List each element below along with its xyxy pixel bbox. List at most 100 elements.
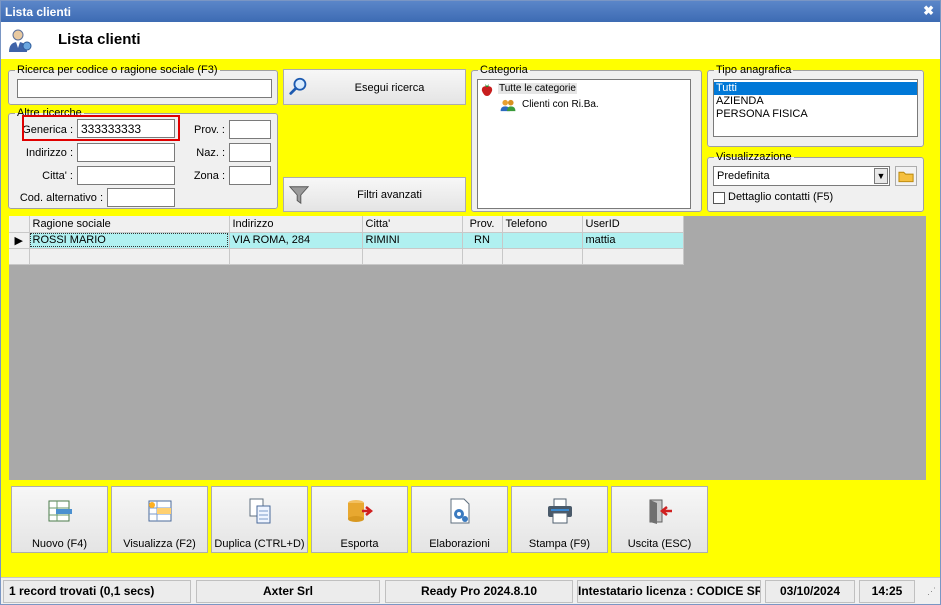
category-tree[interactable]: Tutte le categorie Clienti con Ri.Ba. xyxy=(477,79,691,209)
exit-button[interactable]: Uscita (ESC) xyxy=(611,486,708,553)
customer-icon xyxy=(9,29,32,52)
row-pointer-icon: ▶ xyxy=(9,232,30,249)
new-button-label: Nuovo (F4) xyxy=(31,538,88,550)
view-select-value: Predefinita xyxy=(717,170,770,182)
magnifier-icon xyxy=(289,77,307,95)
users-icon xyxy=(500,99,516,112)
column-header[interactable]: UserID xyxy=(582,216,684,233)
table-cell[interactable] xyxy=(502,232,583,249)
view-select[interactable]: Predefinita ▼ xyxy=(713,166,890,186)
column-header[interactable]: Indirizzo xyxy=(229,216,363,233)
table-cell[interactable] xyxy=(462,248,503,265)
content-area: Ricerca per codice o ragione sociale (F3… xyxy=(1,59,940,577)
folder-button[interactable] xyxy=(895,166,917,186)
new-button[interactable]: Nuovo (F4) xyxy=(11,486,108,553)
client-list-window: Lista clienti ✖ Lista clienti Ricerca pe… xyxy=(0,0,941,605)
exit-button-label: Uscita (ESC) xyxy=(627,538,692,550)
table-cell[interactable] xyxy=(229,248,363,265)
prov-input[interactable] xyxy=(229,120,271,139)
contact-detail-checkbox[interactable] xyxy=(713,192,725,204)
column-header[interactable]: Telefono xyxy=(502,216,583,233)
clients-table: Ragione sociale Indirizzo Citta' Prov. T… xyxy=(9,216,684,265)
contact-detail-label: Dettaglio contatti (F5) xyxy=(728,191,834,203)
row-indicator-header xyxy=(9,216,30,233)
zona-input[interactable] xyxy=(229,166,271,185)
table-cell[interactable]: RIMINI xyxy=(362,232,463,249)
new-row-indicator xyxy=(9,248,30,265)
column-header[interactable]: Prov. xyxy=(462,216,503,233)
status-record-count: 1 record trovati (0,1 secs) xyxy=(3,580,191,603)
page-title: Lista clienti xyxy=(58,31,141,48)
registry-type-option[interactable]: Tutti xyxy=(714,82,917,95)
generica-input[interactable] xyxy=(77,119,175,138)
close-icon[interactable]: ✖ xyxy=(923,3,934,19)
registry-type-legend: Tipo anagrafica xyxy=(716,64,792,76)
print-button-label: Stampa (F9) xyxy=(528,538,591,550)
category-root-label: Tutte le categorie xyxy=(498,83,577,94)
folder-icon xyxy=(898,171,914,183)
gear-document-icon xyxy=(450,498,469,524)
category-legend: Categoria xyxy=(480,64,528,76)
processing-button-label: Elaborazioni xyxy=(429,538,490,550)
chevron-down-icon[interactable]: ▼ xyxy=(874,168,888,184)
strawberry-icon xyxy=(481,84,493,96)
new-row[interactable] xyxy=(9,248,684,265)
duplicate-button[interactable]: Duplica (CTRL+D) xyxy=(211,486,308,553)
view-button[interactable]: Visualizza (F2) xyxy=(111,486,208,553)
duplicate-button-label: Duplica (CTRL+D) xyxy=(214,538,305,550)
advanced-filters-button[interactable]: Filtri avanzati xyxy=(283,177,466,212)
export-button[interactable]: Esporta xyxy=(311,486,408,553)
table-cell[interactable]: ROSSI MARIO xyxy=(29,232,230,249)
table-row[interactable]: ▶ ROSSI MARIO VIA ROMA, 284 RIMINI RN ma… xyxy=(9,232,684,249)
search-code-input[interactable] xyxy=(17,79,272,98)
search-button-label: Esegui ricerca xyxy=(354,82,425,94)
filter-icon xyxy=(288,186,310,205)
naz-label: Naz. : xyxy=(196,147,225,159)
citta-input[interactable] xyxy=(77,166,175,185)
export-icon xyxy=(347,500,373,522)
table-cell[interactable]: VIA ROMA, 284 xyxy=(229,232,363,249)
table-cell[interactable] xyxy=(502,248,583,265)
status-date: 03/10/2024 xyxy=(765,580,855,603)
category-child-label: Clienti con Ri.Ba. xyxy=(522,99,599,110)
processing-button[interactable]: Elaborazioni xyxy=(411,486,508,553)
search-code-group: Ricerca per codice o ragione sociale (F3… xyxy=(8,64,278,105)
indirizzo-input[interactable] xyxy=(77,143,175,162)
printer-icon xyxy=(547,498,572,524)
status-bar: 1 record trovati (0,1 secs) Axter Srl Re… xyxy=(1,577,940,604)
print-button[interactable]: Stampa (F9) xyxy=(511,486,608,553)
zona-label: Zona : xyxy=(193,170,225,182)
search-code-legend: Ricerca per codice o ragione sociale (F3… xyxy=(17,64,218,76)
registry-type-option[interactable]: AZIENDA xyxy=(714,95,917,108)
exit-door-icon xyxy=(649,499,672,524)
table-header: Ragione sociale Indirizzo Citta' Prov. T… xyxy=(9,216,684,233)
registry-type-list[interactable]: Tutti AZIENDA PERSONA FISICA xyxy=(713,79,918,137)
status-time: 14:25 xyxy=(859,580,915,603)
table-cell[interactable] xyxy=(582,248,684,265)
naz-input[interactable] xyxy=(229,143,271,162)
registry-type-option[interactable]: PERSONA FISICA xyxy=(714,108,917,121)
status-license: Intestatario licenza : CODICE SRL xyxy=(577,580,761,603)
title-bar: Lista clienti ✖ xyxy=(1,1,940,22)
table-cell[interactable]: RN xyxy=(462,232,503,249)
column-header[interactable]: Citta' xyxy=(362,216,463,233)
table-cell[interactable]: mattia xyxy=(582,232,684,249)
advanced-filters-label: Filtri avanzati xyxy=(357,189,422,201)
status-company: Axter Srl xyxy=(196,580,380,603)
column-header[interactable]: Ragione sociale xyxy=(29,216,230,233)
clients-grid[interactable]: Ragione sociale Indirizzo Citta' Prov. T… xyxy=(9,216,926,480)
view-button-label: Visualizza (F2) xyxy=(123,538,196,550)
search-button[interactable]: Esegui ricerca xyxy=(283,69,466,105)
status-version: Ready Pro 2024.8.10 xyxy=(385,580,573,603)
cod-alternativo-label: Cod. alternativo : xyxy=(19,192,103,204)
table-cell[interactable] xyxy=(29,248,230,265)
table-cell[interactable] xyxy=(362,248,463,265)
window-title: Lista clienti xyxy=(5,5,72,19)
view-record-icon xyxy=(148,500,171,522)
export-button-label: Esporta xyxy=(340,538,379,550)
duplicate-icon xyxy=(249,498,270,524)
other-search-group: Altre ricerche Generica : Indirizzo : Ci… xyxy=(8,107,278,209)
resize-grip-icon[interactable]: ⋰ xyxy=(927,586,936,597)
cod-alternativo-input[interactable] xyxy=(107,188,175,207)
citta-label: Citta' : xyxy=(42,170,73,182)
